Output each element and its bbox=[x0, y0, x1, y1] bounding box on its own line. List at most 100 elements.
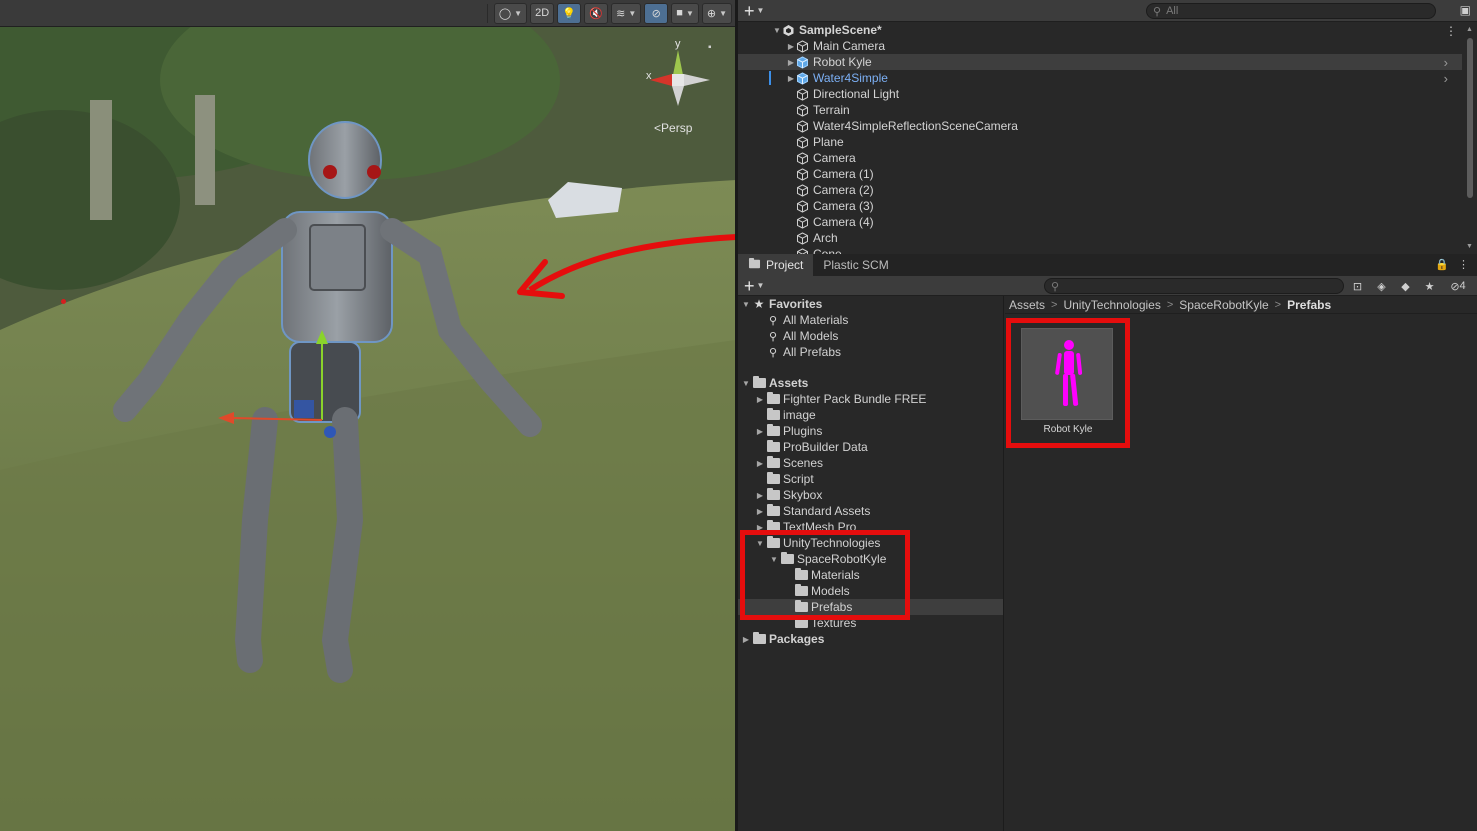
gameobject-cube-icon bbox=[796, 183, 809, 197]
lock-icon[interactable]: 🔒 bbox=[1435, 258, 1449, 271]
collapse-arrow-icon[interactable]: ▼ bbox=[740, 379, 752, 388]
tab-project[interactable]: Project bbox=[738, 254, 814, 276]
asset-folder[interactable]: ▶ Skybox bbox=[738, 487, 1003, 503]
asset-folder[interactable]: Script bbox=[738, 471, 1003, 487]
favorites-item[interactable]: ⚲ All Prefabs bbox=[738, 344, 1003, 360]
hierarchy-search-placeholder: All bbox=[1166, 5, 1179, 17]
chevron-down-icon: ▼ bbox=[719, 8, 727, 18]
tree-packages[interactable]: ▶ Packages bbox=[738, 631, 1003, 647]
audio-toggle-button[interactable]: 🔇 bbox=[584, 2, 609, 24]
hierarchy-item-label: Main Camera bbox=[813, 39, 886, 53]
scene-row[interactable]: ▼ SampleScene* bbox=[738, 22, 1462, 38]
asset-folder[interactable]: ▶ Scenes bbox=[738, 455, 1003, 471]
scroll-up-icon[interactable]: ▲ bbox=[1466, 26, 1473, 33]
hierarchy-scrollbar[interactable]: ▲ ▼ bbox=[1465, 24, 1475, 252]
expand-arrow-icon[interactable]: ▶ bbox=[786, 74, 796, 83]
gizmo-lock-icon[interactable]: ▪ bbox=[708, 42, 712, 53]
breadcrumb-current[interactable]: Prefabs bbox=[1287, 298, 1331, 312]
asset-folder[interactable]: ▶ Fighter Pack Bundle FREE bbox=[738, 391, 1003, 407]
gameobject-cube-icon bbox=[796, 215, 809, 229]
tree-assets[interactable]: ▼ Assets bbox=[738, 375, 1003, 391]
folder-tab-icon bbox=[748, 258, 761, 272]
menu-dots-icon[interactable]: ⋮ bbox=[1458, 258, 1469, 271]
hierarchy-item[interactable]: Camera bbox=[738, 150, 1462, 166]
collapse-arrow-icon[interactable]: ▼ bbox=[772, 26, 782, 35]
scroll-down-icon[interactable]: ▼ bbox=[1466, 243, 1473, 250]
folder-icon bbox=[766, 440, 780, 453]
favorites-item-label: All Materials bbox=[783, 313, 849, 327]
asset-folder[interactable]: ProBuilder Data bbox=[738, 439, 1003, 455]
hierarchy-item[interactable]: ▶ Robot Kyle › bbox=[738, 54, 1462, 70]
effects-dropdown[interactable]: ≋ ▼ bbox=[611, 2, 642, 24]
hidden-packages-toggle[interactable]: ⊘ 4 bbox=[1445, 279, 1471, 294]
create-button[interactable]: + ▼ bbox=[744, 2, 764, 20]
asset-folder[interactable]: image bbox=[738, 407, 1003, 423]
hierarchy-item[interactable]: Camera (2) bbox=[738, 182, 1462, 198]
favorite-star-icon[interactable]: ★ bbox=[1421, 279, 1438, 294]
hierarchy-item[interactable]: Directional Light bbox=[738, 86, 1462, 102]
projection-toggle[interactable]: <Persp bbox=[654, 121, 692, 135]
open-prefab-chevron-icon[interactable]: › bbox=[1444, 55, 1448, 70]
hierarchy-item[interactable]: Arch bbox=[738, 230, 1462, 246]
asset-folder[interactable]: ▶ Standard Assets bbox=[738, 503, 1003, 519]
gizmo-globe-icon: ⊕ bbox=[706, 7, 717, 20]
scene-camera-dropdown[interactable]: ■ ▼ bbox=[671, 2, 699, 24]
scene-viewport[interactable] bbox=[0, 0, 736, 831]
hierarchy-item-label: Arch bbox=[813, 231, 838, 245]
filter-by-label-icon[interactable]: ◆ bbox=[1397, 279, 1414, 294]
collapse-arrow-icon[interactable]: ▼ bbox=[740, 300, 752, 309]
open-prefab-chevron-icon[interactable]: › bbox=[1444, 71, 1448, 86]
expand-arrow-icon[interactable]: ▶ bbox=[754, 507, 766, 516]
shading-mode-dropdown[interactable]: ◯ ▼ bbox=[493, 2, 528, 24]
hierarchy-item[interactable]: Water4SimpleReflectionSceneCamera bbox=[738, 118, 1462, 134]
chevron-right-icon: > bbox=[1051, 298, 1058, 311]
projection-label: Persp bbox=[661, 121, 693, 135]
expand-arrow-icon[interactable]: ▶ bbox=[786, 58, 796, 67]
tab-plastic-label: Plastic SCM bbox=[823, 258, 889, 272]
plus-icon: + bbox=[744, 0, 755, 21]
annotation-box-prefab bbox=[1006, 318, 1130, 448]
scene-menu-icon[interactable]: ⋮ bbox=[1445, 24, 1457, 38]
hierarchy-item[interactable]: Camera (4) bbox=[738, 214, 1462, 230]
favorites-label: Favorites bbox=[769, 297, 823, 311]
favorites-item[interactable]: ⚲ All Materials bbox=[738, 312, 1003, 328]
expand-arrow-icon[interactable]: ▶ bbox=[786, 42, 796, 51]
toggle-2d-button[interactable]: 2D bbox=[530, 2, 555, 24]
search-by-type-icon[interactable]: ⊡ bbox=[1349, 279, 1366, 294]
chevron-right-icon: > bbox=[1166, 298, 1174, 311]
gizmos-dropdown[interactable]: ⊕ ▼ bbox=[701, 2, 732, 24]
favorites-item[interactable]: ⚲ All Models bbox=[738, 328, 1003, 344]
project-create-button[interactable]: + ▼ bbox=[744, 277, 764, 295]
expand-arrow-icon[interactable]: ▶ bbox=[754, 459, 766, 468]
hierarchy-item[interactable]: Camera (1) bbox=[738, 166, 1462, 182]
hierarchy-item[interactable]: Terrain bbox=[738, 102, 1462, 118]
prefab-cube-icon bbox=[796, 71, 809, 85]
hierarchy-item[interactable]: ▶ Water4Simple › bbox=[738, 70, 1462, 86]
breadcrumb-item[interactable]: UnityTechnologies bbox=[1063, 298, 1160, 312]
prefab-cube-icon bbox=[796, 55, 809, 69]
expand-arrow-icon[interactable]: ▶ bbox=[754, 491, 766, 500]
expand-arrow-icon[interactable]: ▶ bbox=[740, 635, 752, 644]
filter-by-type-icon[interactable]: ◈ bbox=[1373, 279, 1390, 294]
lighting-toggle-button[interactable]: 💡 bbox=[557, 2, 582, 24]
project-search-input[interactable]: ⚲ bbox=[1044, 278, 1344, 294]
expand-arrow-icon[interactable]: ▶ bbox=[754, 395, 766, 404]
tab-plastic-scm[interactable]: Plastic SCM bbox=[813, 254, 898, 276]
hierarchy-search-input[interactable]: ⚲ All bbox=[1146, 3, 1436, 19]
hierarchy-item[interactable]: ▶ Main Camera bbox=[738, 38, 1462, 54]
folder-icon bbox=[766, 472, 780, 485]
hierarchy-item[interactable]: Camera (3) bbox=[738, 198, 1462, 214]
search-icon: ⚲ bbox=[768, 314, 778, 327]
scene-view[interactable]: ◯ ▼ 2D 💡 🔇 ≋ ▼ ⊘ ■ ▼ ⊕ ▼ y x ▪ <Persp bbox=[0, 0, 736, 831]
scene-visibility-button[interactable]: ⊘ bbox=[644, 2, 669, 24]
scrollbar-thumb[interactable] bbox=[1467, 38, 1473, 198]
hidden-count: 4 bbox=[1459, 280, 1466, 292]
hierarchy-item[interactable]: Plane bbox=[738, 134, 1462, 150]
breadcrumb-item[interactable]: Assets bbox=[1009, 298, 1045, 312]
override-marker bbox=[769, 71, 771, 85]
tree-favorites[interactable]: ▼ ★ Favorites bbox=[738, 296, 1003, 312]
expand-arrow-icon[interactable]: ▶ bbox=[754, 427, 766, 436]
breadcrumb-item[interactable]: SpaceRobotKyle bbox=[1179, 298, 1268, 312]
hierarchy-options-icon[interactable]: ▣ bbox=[1460, 3, 1471, 17]
asset-folder[interactable]: ▶ Plugins bbox=[738, 423, 1003, 439]
